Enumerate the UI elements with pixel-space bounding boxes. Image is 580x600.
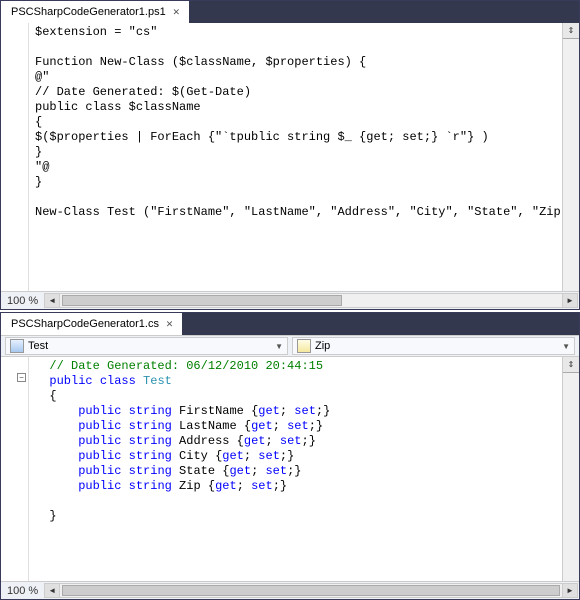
type-dropdown[interactable]: Test ▼	[5, 337, 288, 355]
close-icon[interactable]: ✕	[165, 320, 174, 329]
scroll-left-icon[interactable]: ◄	[45, 584, 60, 597]
editor-pane-bottom: PSCSharpCodeGenerator1.cs ✕ Test ▼ Zip ▼…	[0, 312, 580, 600]
tab-title: PSCSharpCodeGenerator1.cs	[11, 318, 159, 330]
editor-area[interactable]: $extension = "cs" Function New-Class ($c…	[1, 23, 579, 291]
chevron-down-icon: ▼	[562, 342, 570, 351]
split-icon[interactable]: ⇕	[563, 357, 579, 373]
horizontal-scroll[interactable]: ◄ ►	[44, 583, 578, 598]
status-bar: 100 % ◄ ►	[1, 291, 579, 309]
scroll-right-icon[interactable]: ►	[562, 584, 577, 597]
file-tab[interactable]: PSCSharpCodeGenerator1.ps1 ✕	[1, 1, 189, 23]
file-tab[interactable]: PSCSharpCodeGenerator1.cs ✕	[1, 313, 182, 335]
property-icon	[297, 339, 311, 353]
member-dropdown-value: Zip	[315, 340, 330, 352]
scroll-thumb[interactable]	[62, 295, 342, 306]
scroll-thumb[interactable]	[62, 585, 560, 596]
zoom-level[interactable]: 100 %	[1, 585, 44, 597]
class-icon	[10, 339, 24, 353]
code-content[interactable]: $extension = "cs" Function New-Class ($c…	[29, 23, 562, 291]
editor-pane-top: PSCSharpCodeGenerator1.ps1 ✕ $extension …	[0, 0, 580, 310]
code-content[interactable]: // Date Generated: 06/12/2010 20:44:15 p…	[29, 357, 562, 581]
gutter: −	[1, 357, 29, 581]
vertical-scroll[interactable]: ⇕	[562, 23, 579, 291]
gutter	[1, 23, 29, 291]
close-icon[interactable]: ✕	[172, 8, 181, 17]
nav-toolbar: Test ▼ Zip ▼	[1, 335, 579, 357]
tab-title: PSCSharpCodeGenerator1.ps1	[11, 6, 166, 18]
horizontal-scroll[interactable]: ◄ ►	[44, 293, 578, 308]
scroll-left-icon[interactable]: ◄	[45, 294, 60, 307]
tab-bar: PSCSharpCodeGenerator1.cs ✕	[1, 313, 579, 335]
zoom-level[interactable]: 100 %	[1, 295, 44, 307]
split-icon[interactable]: ⇕	[563, 23, 579, 39]
editor-area[interactable]: − // Date Generated: 06/12/2010 20:44:15…	[1, 357, 579, 581]
chevron-down-icon: ▼	[275, 342, 283, 351]
type-dropdown-value: Test	[28, 340, 48, 352]
vertical-scroll[interactable]: ⇕	[562, 357, 579, 581]
scroll-right-icon[interactable]: ►	[562, 294, 577, 307]
tab-bar: PSCSharpCodeGenerator1.ps1 ✕	[1, 1, 579, 23]
fold-icon[interactable]: −	[17, 373, 26, 382]
member-dropdown[interactable]: Zip ▼	[292, 337, 575, 355]
status-bar: 100 % ◄ ►	[1, 581, 579, 599]
